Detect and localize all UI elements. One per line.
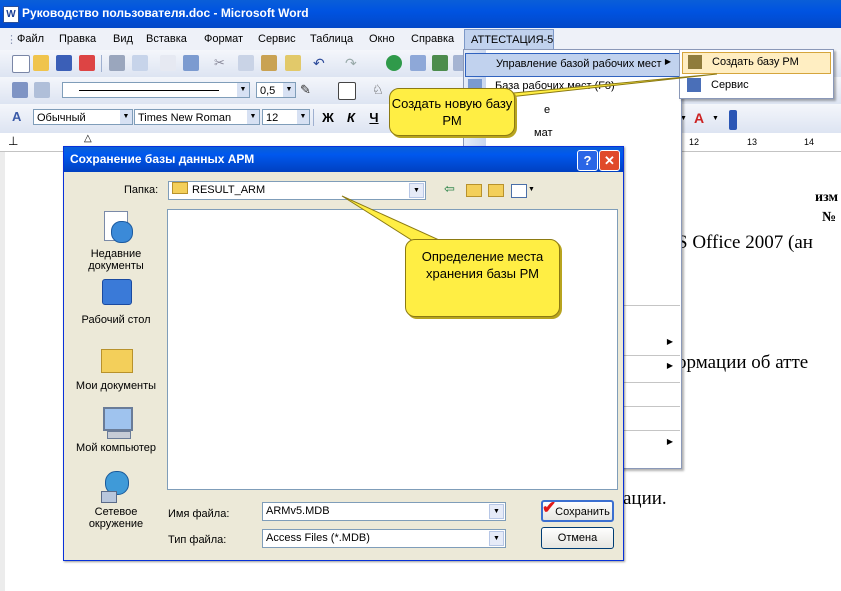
callout-text: Определение места хранения базы РМ	[421, 249, 544, 281]
callout-create-db: Создать новую базу РМ	[389, 88, 515, 136]
callout-location: Определение места хранения базы РМ	[405, 239, 560, 317]
callout-text: Создать новую базу РМ	[391, 96, 513, 128]
callout-pointer-create	[490, 73, 718, 100]
